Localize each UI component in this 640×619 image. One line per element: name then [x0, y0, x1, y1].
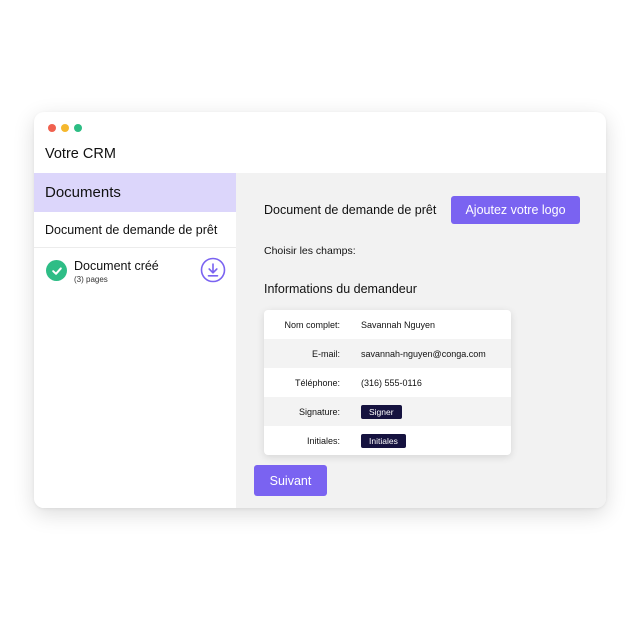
field-value: Savannah Nguyen	[361, 319, 436, 330]
initials-tag[interactable]: Initiales	[361, 433, 406, 448]
field-value: (316) 555-0116	[361, 377, 422, 388]
window-controls	[48, 124, 82, 132]
field-label: Nom complet:	[284, 319, 340, 330]
field-label: E-mail:	[311, 348, 340, 359]
field-row-signature: Signature: Signer	[264, 397, 511, 426]
check-circle-icon	[46, 260, 67, 281]
field-row-phone: Téléphone: (316) 555-0116	[264, 368, 511, 397]
choose-fields-label: Choisir les champs:	[264, 245, 356, 257]
sidebar-document-item[interactable]: Document de demande de prêt	[34, 212, 236, 248]
close-window-dot[interactable]	[48, 124, 56, 132]
main-panel: Document de demande de prêt Ajoutez votr…	[236, 173, 606, 508]
applicant-fields-table: Nom complet: Savannah Nguyen E-mail: sav…	[264, 310, 511, 455]
maximize-window-dot[interactable]	[74, 124, 82, 132]
sidebar-item-documents[interactable]: Documents	[34, 173, 236, 212]
field-label: Initiales:	[306, 435, 340, 446]
field-row-email: E-mail: savannah-nguyen@conga.com	[264, 339, 511, 368]
minimize-window-dot[interactable]	[61, 124, 69, 132]
document-created-label: Document créé	[74, 259, 159, 273]
add-logo-button[interactable]: Ajoutez votre logo	[451, 196, 580, 224]
applicant-section-title: Informations du demandeur	[264, 282, 417, 296]
next-button[interactable]: Suivant	[254, 465, 327, 496]
field-value: savannah-nguyen@conga.com	[361, 348, 486, 359]
field-label: Signature:	[298, 406, 340, 417]
sidebar: Documents Document de demande de prêt Do…	[34, 173, 236, 508]
document-page-count: (3) pages	[74, 275, 108, 284]
signer-tag[interactable]: Signer	[361, 404, 402, 419]
app-title: Votre CRM	[45, 146, 116, 162]
document-created-row: Document créé (3) pages	[34, 248, 236, 296]
field-label: Téléphone:	[294, 377, 340, 388]
field-row-full-name: Nom complet: Savannah Nguyen	[264, 310, 511, 339]
app-window: Votre CRM Documents Document de demande …	[34, 112, 606, 508]
field-row-initials: Initiales: Initiales	[264, 426, 511, 455]
download-icon[interactable]	[200, 257, 226, 283]
document-title: Document de demande de prêt	[264, 203, 437, 217]
